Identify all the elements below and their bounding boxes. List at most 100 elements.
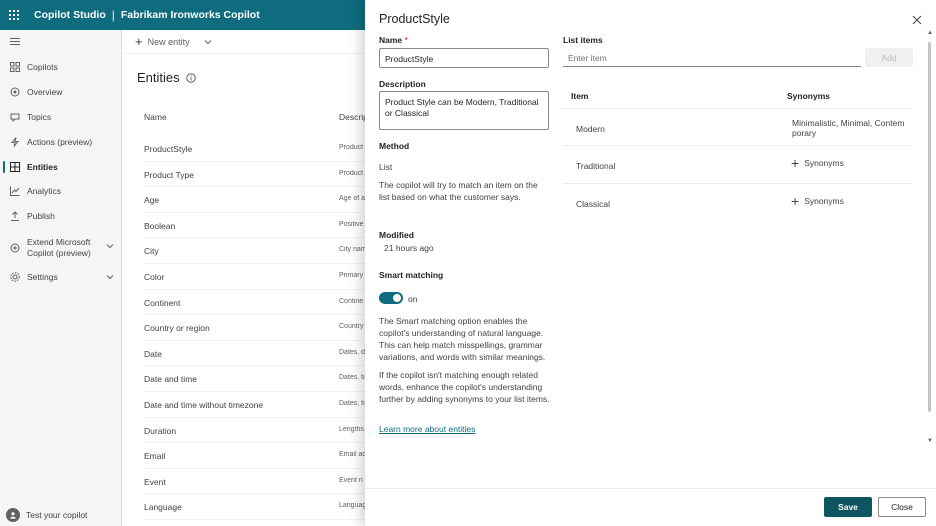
table-row[interactable]: Date and time Dates, ti xyxy=(144,366,374,392)
table-row[interactable]: Email Email ad xyxy=(144,443,374,469)
sidebar-item-publish[interactable]: Publish xyxy=(0,206,122,226)
table-row[interactable]: Product Type Product xyxy=(144,162,374,188)
entity-name: Boolean xyxy=(144,220,176,231)
chevron-down-icon[interactable] xyxy=(106,273,114,281)
description-label: Description xyxy=(379,79,426,89)
synonyms-value[interactable]: Minimalistic, Minimal, Contemporary xyxy=(792,118,908,138)
copilot-name[interactable]: Fabrikam Ironworks Copilot xyxy=(121,9,260,21)
add-synonyms-button[interactable]: + Synonyms xyxy=(791,156,844,170)
table-row[interactable]: Age Age of a xyxy=(144,187,374,213)
list-item-row[interactable]: Classical + Synonyms xyxy=(563,184,913,222)
method-help: The copilot will try to match an item on… xyxy=(379,180,538,202)
entity-name: Product Type xyxy=(144,169,194,180)
list-item-row[interactable]: Traditional + Synonyms xyxy=(563,146,913,184)
entity-name: Date and time xyxy=(144,374,197,385)
entities-page: + New entity Entities Name Descrip Produ… xyxy=(123,30,374,526)
sidebar-item-label: Topics xyxy=(27,111,52,122)
add-item-button[interactable]: Add xyxy=(865,48,913,67)
sidebar-item-overview[interactable]: Overview xyxy=(0,82,122,102)
enter-item-input[interactable]: Enter item xyxy=(563,48,861,67)
synonyms-help: If the copilot isn't matching enough rel… xyxy=(379,370,550,404)
app-title: Copilot Studio xyxy=(34,9,106,21)
scroll-up-icon[interactable]: ▲ xyxy=(927,30,933,36)
chevron-down-icon[interactable] xyxy=(106,242,114,250)
table-row[interactable]: Duration Lengths xyxy=(144,418,374,444)
copilots-icon xyxy=(10,62,20,72)
list-item-value: Traditional xyxy=(576,161,616,171)
table-row[interactable]: Boolean Positive xyxy=(144,213,374,239)
table-row[interactable]: ProductStyle Product xyxy=(144,136,374,162)
entity-name: Color xyxy=(144,272,165,282)
table-row[interactable]: Color Primary xyxy=(144,264,374,290)
table-row[interactable]: Date Dates, d xyxy=(144,341,374,367)
toggle-knob xyxy=(393,294,401,302)
new-entity-button[interactable]: New entity xyxy=(148,37,190,47)
column-header-description[interactable]: Descrip xyxy=(339,112,368,122)
info-icon[interactable] xyxy=(185,72,196,83)
sidebar-item-analytics[interactable]: Analytics xyxy=(0,181,122,201)
list-items-label: List items xyxy=(563,35,603,45)
scrollbar-thumb[interactable] xyxy=(928,42,931,412)
description-field[interactable]: Product Style can be Modern, Traditional… xyxy=(379,91,549,130)
entity-name: Age xyxy=(144,195,160,206)
sidebar-item-copilots[interactable]: Copilots xyxy=(0,57,122,77)
command-bar: + New entity xyxy=(123,30,365,54)
table-row[interactable]: Event Event n xyxy=(144,469,374,495)
topics-icon xyxy=(10,112,20,122)
entity-edit-panel: ProductStyle Name * ProductStyle Descrip… xyxy=(365,0,936,526)
test-copilot-button[interactable]: Test your copilot xyxy=(0,504,122,526)
page-title-text: Entities xyxy=(137,70,180,85)
entity-name: Language xyxy=(144,502,182,513)
analytics-icon xyxy=(10,186,20,196)
panel-scrollbar[interactable]: ▲ ▼ xyxy=(927,30,933,450)
close-icon[interactable] xyxy=(912,15,922,25)
chevron-down-icon[interactable] xyxy=(204,38,212,46)
sidebar-item-actions[interactable]: Actions (preview) xyxy=(0,132,122,152)
entity-name: Date xyxy=(144,348,162,359)
sidebar: Copilots Overview Topics Actions (previe… xyxy=(0,30,122,526)
table-row[interactable]: Date and time without timezone Dates, ti xyxy=(144,392,374,418)
table-row[interactable]: Country or region Country xyxy=(144,315,374,341)
list-item-row[interactable]: Modern Minimalistic, Minimal, Contempora… xyxy=(563,108,913,146)
sidebar-item-settings[interactable]: Settings xyxy=(0,267,122,287)
publish-icon xyxy=(10,211,20,221)
column-header-item: Item xyxy=(571,91,589,101)
sidebar-item-label-line2: Copilot (preview) xyxy=(27,248,91,258)
table-row[interactable]: City City nam xyxy=(144,238,374,264)
table-row[interactable]: Language Languag xyxy=(144,494,374,520)
close-button[interactable]: Close xyxy=(878,497,926,517)
entity-name: City xyxy=(144,246,159,257)
name-label: Name * xyxy=(379,35,408,45)
column-header-synonyms: Synonyms xyxy=(787,91,830,101)
hamburger-menu-icon[interactable] xyxy=(10,38,20,47)
smart-matching-toggle[interactable] xyxy=(379,292,403,304)
name-field[interactable]: ProductStyle xyxy=(379,48,549,68)
sidebar-item-label: Overview xyxy=(27,86,63,97)
sidebar-item-entities[interactable]: Entities xyxy=(0,157,122,177)
test-copilot-icon xyxy=(6,508,20,522)
sidebar-item-label: Publish xyxy=(27,210,55,221)
sidebar-item-label: Copilots xyxy=(27,61,58,72)
table-row[interactable]: Continent Contine xyxy=(144,290,374,316)
sidebar-item-topics[interactable]: Topics xyxy=(0,107,122,127)
scroll-down-icon[interactable]: ▼ xyxy=(927,438,933,444)
entity-name: Date and time without timezone xyxy=(144,400,264,410)
smart-matching-state: on xyxy=(408,294,418,304)
sidebar-item-label: Settings xyxy=(27,271,58,282)
column-header-name[interactable]: Name xyxy=(144,112,167,122)
add-synonyms-button[interactable]: + Synonyms xyxy=(791,193,844,209)
save-button[interactable]: Save xyxy=(824,497,872,517)
entity-name: Country or region xyxy=(144,323,210,334)
entity-name: Event xyxy=(144,476,166,487)
name-label-text: Name xyxy=(379,35,403,45)
entity-name: Duration xyxy=(144,425,177,436)
overview-icon xyxy=(10,87,20,97)
learn-more-link[interactable]: Learn more about entities xyxy=(379,424,475,434)
page-title: Entities xyxy=(137,70,196,85)
actions-icon xyxy=(10,137,20,147)
plus-icon: + xyxy=(791,193,800,209)
app-launcher-icon[interactable] xyxy=(0,0,28,30)
add-synonyms-label: Synonyms xyxy=(804,158,844,168)
smart-matching-label: Smart matching xyxy=(379,270,444,280)
sidebar-item-extend-copilot[interactable]: Extend Microsoft Copilot (preview) xyxy=(0,236,122,260)
